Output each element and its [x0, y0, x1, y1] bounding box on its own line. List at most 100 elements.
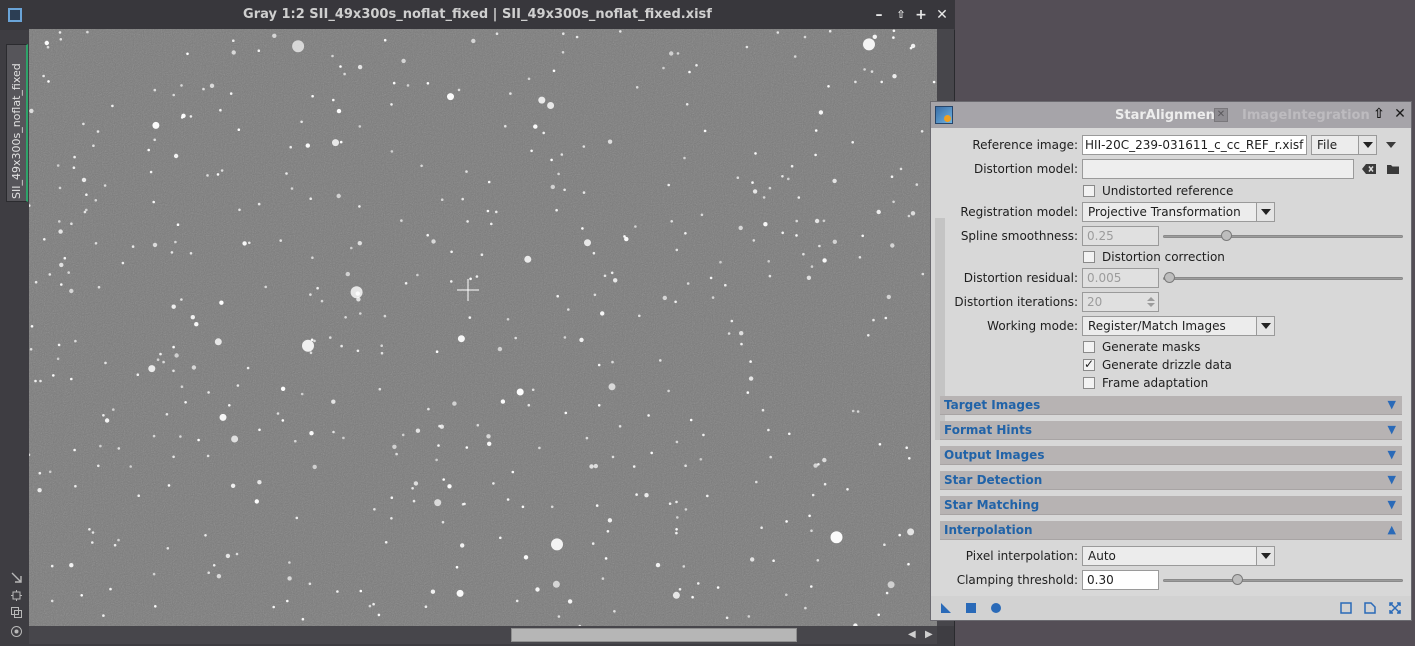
section-interpolation[interactable]: Interpolation ▲ — [940, 521, 1402, 540]
shade-icon[interactable]: ⇧ — [1372, 107, 1386, 121]
spline-smoothness-field[interactable]: 0.25 — [1082, 226, 1159, 246]
star — [92, 144, 95, 147]
expand-icon[interactable]: ▼ — [1388, 423, 1396, 436]
star — [832, 178, 837, 184]
star — [516, 388, 524, 396]
star — [604, 557, 608, 560]
minimize-icon[interactable]: – — [872, 8, 886, 22]
star — [46, 45, 50, 49]
checkbox-box[interactable] — [1083, 185, 1095, 197]
star — [476, 423, 480, 427]
star — [373, 508, 376, 511]
working-mode-select[interactable]: Register/Match Images — [1082, 316, 1275, 336]
apply-icon[interactable] — [990, 602, 1002, 614]
star — [727, 332, 731, 335]
image-window-titlebar[interactable]: Gray 1:2 SII_49x300s_noflat_fixed | SII_… — [0, 0, 955, 30]
section-output-images[interactable]: Output Images ▼ — [940, 446, 1402, 465]
star — [295, 516, 299, 520]
generate-drizzle-checkbox[interactable]: Generate drizzle data — [1083, 357, 1232, 372]
slider-knob[interactable] — [1164, 272, 1175, 283]
generate-masks-checkbox[interactable]: Generate masks — [1083, 340, 1200, 354]
star — [214, 338, 222, 346]
fit-view-icon[interactable] — [10, 589, 23, 602]
image-view-tab[interactable]: SII_49x300s_noflat_fixed — [6, 44, 28, 202]
track-view-icon[interactable] — [1364, 602, 1376, 614]
horizontal-scroll-thumb[interactable] — [511, 628, 797, 642]
star — [703, 129, 707, 133]
scroll-right-icon[interactable]: ▶ — [925, 629, 933, 640]
tool-footer — [931, 596, 1411, 620]
star — [592, 251, 596, 255]
tab-image-integration[interactable]: ImageIntegration — [1242, 108, 1370, 123]
section-target-images[interactable]: Target Images ▼ — [940, 396, 1402, 415]
clone-view-icon[interactable] — [10, 606, 23, 619]
checkbox-box-checked[interactable] — [1083, 357, 1095, 371]
spline-smoothness-slider[interactable] — [1163, 226, 1403, 246]
star — [700, 213, 704, 217]
star — [506, 318, 510, 321]
section-label: Output Images — [944, 448, 1045, 462]
slider-knob[interactable] — [1232, 574, 1244, 585]
reference-menu-icon[interactable] — [1385, 140, 1397, 150]
zoom-tool-icon[interactable] — [10, 571, 23, 584]
checkbox-box[interactable] — [1083, 377, 1095, 389]
section-star-detection[interactable]: Star Detection ▼ — [940, 471, 1402, 490]
star — [406, 84, 410, 87]
spin-arrows-icon[interactable] — [1146, 295, 1156, 309]
star — [400, 219, 403, 222]
checkbox-box[interactable] — [1083, 251, 1095, 263]
frame-adaptation-checkbox[interactable]: Frame adaptation — [1083, 376, 1208, 390]
image-viewport[interactable] — [29, 29, 937, 626]
star — [97, 285, 101, 289]
clamping-threshold-slider[interactable] — [1163, 570, 1403, 590]
star — [551, 538, 563, 551]
tab-close-icon[interactable]: ✕ — [1214, 108, 1228, 122]
star — [465, 170, 468, 173]
star — [920, 130, 924, 133]
apply-global-icon[interactable] — [965, 602, 977, 614]
undistorted-reference-checkbox[interactable]: Undistorted reference — [1083, 184, 1233, 198]
close-icon[interactable]: ✕ — [1393, 107, 1407, 121]
reference-mode-select[interactable]: File — [1311, 135, 1377, 155]
distortion-residual-slider[interactable] — [1163, 268, 1403, 288]
star — [404, 282, 408, 285]
clamping-threshold-field[interactable]: 0.30 — [1082, 570, 1159, 590]
horizontal-scrollbar[interactable]: ◀ ▶ — [29, 626, 937, 644]
registration-model-select[interactable]: Projective Transformation — [1082, 202, 1275, 222]
expand-icon[interactable]: ▼ — [1388, 448, 1396, 461]
star — [308, 582, 312, 586]
checkbox-box[interactable] — [1083, 341, 1095, 353]
slider-knob[interactable] — [1221, 230, 1232, 241]
close-icon[interactable]: ✕ — [935, 8, 949, 22]
distortion-iterations-spinbox[interactable]: 20 — [1082, 292, 1159, 312]
reference-image-field[interactable]: HII-20C_239-031611_c_cc_REF_r.xisf — [1082, 135, 1307, 155]
scroll-left-icon[interactable]: ◀ — [908, 629, 916, 640]
distortion-model-field[interactable] — [1082, 159, 1354, 179]
pixel-interpolation-select[interactable]: Auto — [1082, 546, 1275, 566]
view-options-icon[interactable] — [10, 625, 23, 638]
maximize-icon[interactable]: + — [914, 8, 928, 22]
distortion-correction-checkbox[interactable]: Distortion correction — [1083, 250, 1225, 264]
star — [384, 541, 388, 544]
expand-icon[interactable]: ▼ — [1388, 498, 1396, 511]
tool-titlebar[interactable]: StarAlignment ✕ ImageIntegration ⇧ ✕ — [931, 102, 1411, 128]
star — [684, 508, 688, 511]
star — [457, 335, 465, 343]
clear-field-icon[interactable] — [1361, 163, 1377, 175]
new-instance-icon[interactable] — [940, 602, 952, 614]
section-format-hints[interactable]: Format Hints ▼ — [940, 421, 1402, 440]
star — [851, 141, 854, 144]
generate-masks-label: Generate masks — [1102, 340, 1201, 354]
star — [70, 377, 73, 381]
expand-icon[interactable]: ▼ — [1388, 398, 1396, 411]
browse-documentation-icon[interactable] — [1340, 602, 1352, 614]
expand-icon[interactable]: ▼ — [1388, 473, 1396, 486]
distortion-residual-field[interactable]: 0.005 — [1082, 268, 1159, 288]
section-star-matching[interactable]: Star Matching ▼ — [940, 496, 1402, 515]
collapse-icon[interactable]: ▲ — [1388, 523, 1396, 536]
star — [581, 227, 584, 230]
folder-open-icon[interactable] — [1386, 163, 1400, 175]
reset-icon[interactable] — [1389, 602, 1401, 614]
star — [413, 481, 419, 486]
shade-icon[interactable]: ⇧ — [894, 8, 908, 22]
